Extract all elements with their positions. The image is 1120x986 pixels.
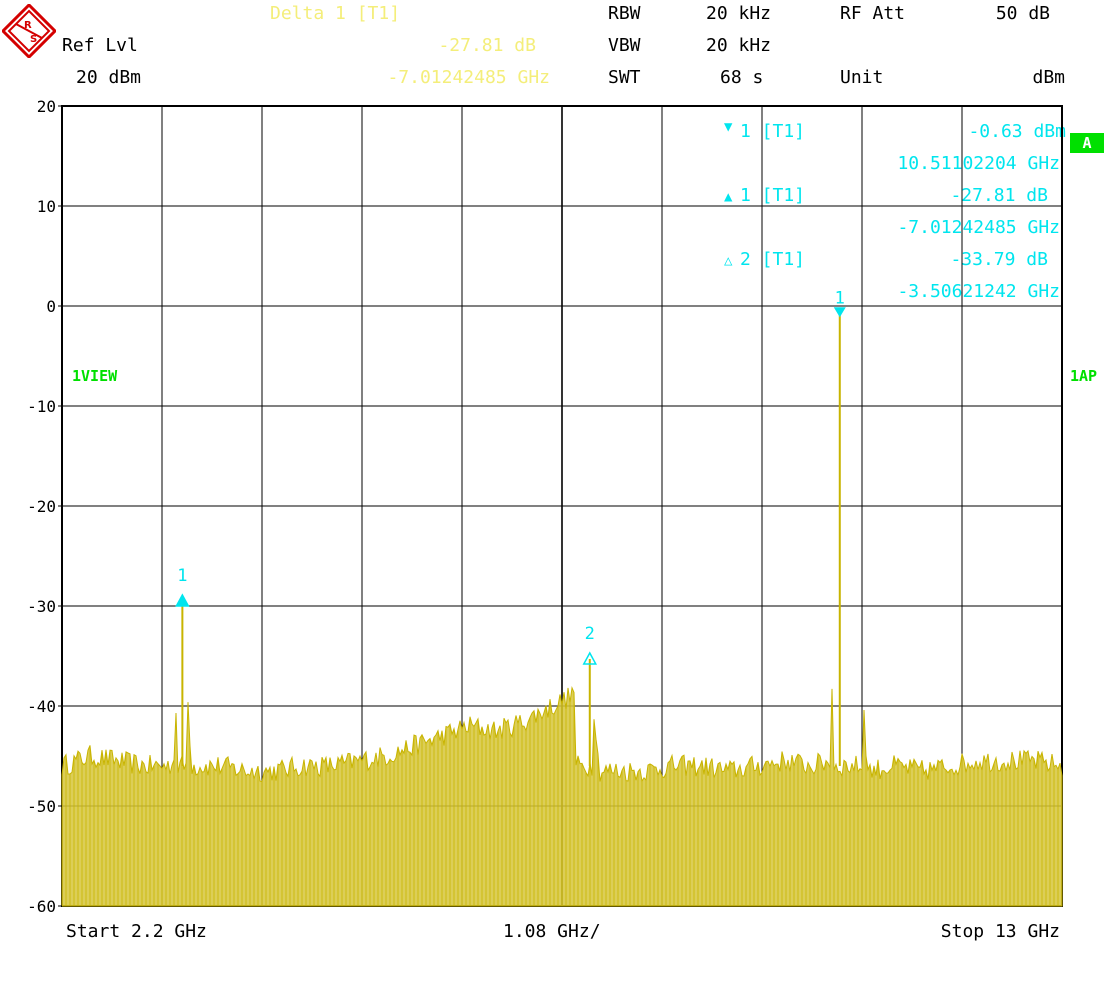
y-tick-label: 20	[37, 97, 56, 116]
marker-number-label: 2	[585, 624, 595, 644]
marker-number-label: 1	[177, 566, 187, 586]
markers: 1 2 1	[175, 288, 846, 665]
spectrum-plot: 20 10 0 -10 -20 -30 -40 -50 -60 1 2 1	[27, 97, 1063, 916]
y-tick-label: -30	[27, 597, 56, 616]
y-tick-label: -50	[27, 797, 56, 816]
start-frequency: Start 2.2 GHz	[66, 921, 207, 942]
marker-up-triangle	[175, 593, 190, 607]
y-tick-label: 0	[46, 297, 56, 316]
marker-down-triangle	[833, 307, 846, 318]
y-tick-label: 10	[37, 197, 56, 216]
marker-number-label: 1	[835, 288, 845, 308]
y-tick-label: -60	[27, 897, 56, 916]
y-tick-label: -10	[27, 397, 56, 416]
stop-frequency: Stop 13 GHz	[940, 921, 1060, 942]
y-tick-label: -20	[27, 497, 56, 516]
y-tick-label: -40	[27, 697, 56, 716]
span-per-division: 1.08 GHz/	[503, 921, 601, 942]
y-axis-ticks: 20 10 0 -10 -20 -30 -40 -50 -60	[27, 97, 62, 916]
